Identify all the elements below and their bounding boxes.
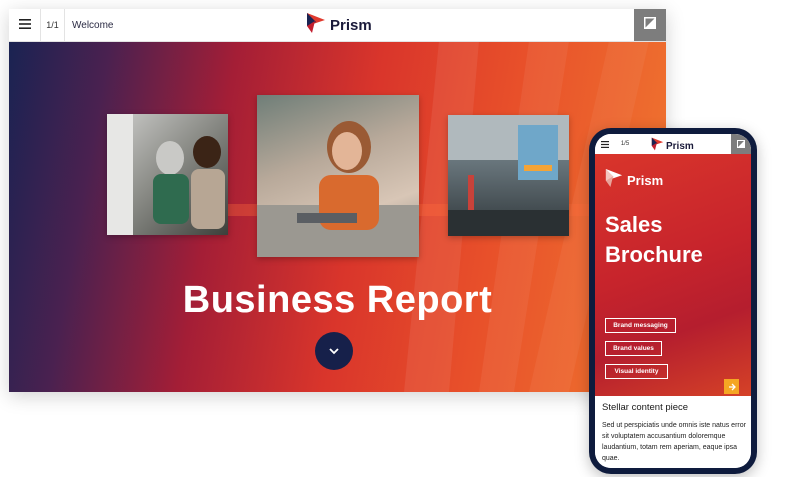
phone-headline-line2: Brochure (605, 242, 703, 267)
expand-corner-icon (737, 135, 745, 153)
expand-button[interactable] (634, 9, 666, 41)
phone-hero: Prism Sales Brochure Brand messaging Bra… (595, 154, 751, 396)
prism-logo[interactable]: Prism (306, 12, 372, 39)
phone-expand-button[interactable] (731, 134, 751, 154)
phone-headline: Sales Brochure (605, 210, 745, 270)
visual-identity-button[interactable]: Visual identity (605, 364, 668, 379)
hero-headline: Business Report (182, 279, 493, 321)
logo-text: Prism (330, 16, 372, 34)
phone-brand-text: Prism (627, 173, 664, 188)
phone-prism-logo[interactable]: Prism (651, 137, 694, 156)
phone-screen: 1/5 Prism Prism Sales Brochure Brand mes… (595, 134, 751, 468)
page-title: Welcome (72, 19, 114, 31)
prism-logo-icon (605, 168, 623, 193)
hero-section: Business Report (9, 41, 666, 392)
prism-logo-icon (651, 137, 664, 156)
prism-logo-icon (306, 12, 326, 39)
expand-corner-icon (644, 16, 656, 34)
brand-values-button[interactable]: Brand values (605, 341, 662, 356)
card-text: Sed ut perspiciatis unde omnis iste natu… (602, 422, 746, 462)
phone-menu-button[interactable] (595, 134, 615, 154)
arrow-right-icon (728, 378, 736, 396)
page-indicator: 1/1 (41, 9, 65, 41)
menu-icon (18, 16, 31, 34)
brand-messaging-button[interactable]: Brand messaging (605, 318, 676, 333)
scroll-down-button[interactable] (315, 332, 353, 370)
card-title: Stellar content piece (602, 402, 689, 413)
phone-topbar: 1/5 Prism (595, 134, 751, 154)
photo-exhibition-hall (448, 115, 569, 236)
desktop-window: 1/1 Welcome Prism Business Report (9, 9, 666, 392)
photo-woman-on-sofa-with-laptop (257, 95, 419, 257)
phone-logo-text: Prism (666, 141, 694, 152)
phone-mockup: 1/5 Prism Prism Sales Brochure Brand mes… (589, 128, 757, 474)
menu-button[interactable] (9, 9, 41, 41)
phone-headline-line1: Sales (605, 212, 663, 237)
photo-two-people-at-computer (107, 114, 228, 235)
desktop-topbar: 1/1 Welcome Prism (9, 9, 666, 42)
next-button[interactable] (724, 379, 739, 394)
menu-icon (601, 135, 609, 153)
chevron-down-icon (328, 342, 340, 360)
phone-brand: Prism (605, 168, 663, 193)
phone-content-card: Stellar content piece Sed ut perspiciati… (595, 396, 751, 468)
phone-page-indicator: 1/5 (620, 141, 630, 147)
